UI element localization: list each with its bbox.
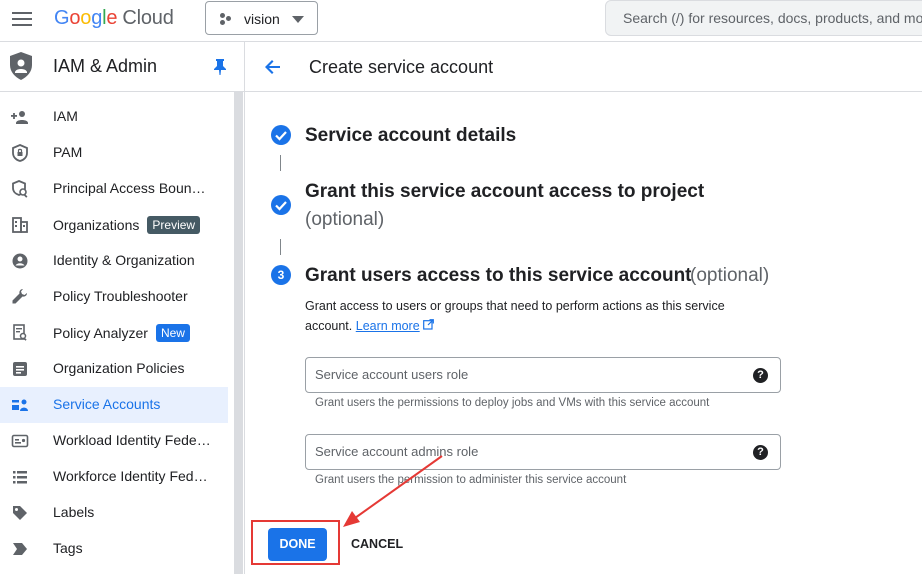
sidebar-item-labels[interactable]: Labels (0, 495, 228, 531)
sidebar-item-label: Workforce Identity Fed… (53, 468, 208, 484)
account-circle-icon (12, 253, 28, 269)
sidebar-item-principal-access-boundary[interactable]: Principal Access Boun… (0, 171, 228, 207)
id-card-icon (11, 434, 29, 448)
page-title: Create service account (309, 57, 494, 77)
step-connector (280, 155, 281, 171)
sidebar-item-organization-policies[interactable]: Organization Policies (0, 351, 228, 387)
step-1-check-icon (271, 125, 291, 145)
menu-icon[interactable] (12, 11, 32, 27)
checkmark-icon (275, 201, 287, 211)
sidebar-item-label: Policy Analyzer New (53, 324, 190, 342)
person-add-icon (11, 111, 28, 124)
step-connector (280, 239, 281, 255)
learn-more-link[interactable]: Learn more (356, 319, 420, 333)
sidebar-title: IAM & Admin (53, 56, 158, 76)
sidebar-item-label: PAM (53, 144, 83, 160)
sidebar-item-iam[interactable]: IAM (0, 99, 228, 135)
sidebar-item-label: Service Accounts (53, 396, 161, 412)
project-name: vision (244, 11, 280, 27)
checkmark-icon (275, 131, 287, 141)
cancel-button[interactable]: CANCEL (351, 537, 403, 551)
shield-lock-icon (12, 144, 28, 162)
step-2-check-icon (271, 195, 291, 215)
learn-more-text: Learn more (355, 319, 420, 333)
sidebar-scrollbar[interactable] (234, 92, 243, 574)
arrow-tag-icon (13, 543, 27, 555)
list-doc-icon (13, 362, 27, 376)
wrench-icon (12, 289, 27, 304)
done-button[interactable]: DONE (268, 528, 327, 561)
sidebar-item-service-accounts[interactable]: Service Accounts (0, 387, 228, 423)
step-3-description: Grant access to users or groups that nee… (305, 296, 775, 336)
users-role-field[interactable]: ? (305, 357, 781, 393)
project-dots-icon (220, 13, 232, 25)
step-1-title[interactable]: Service account details (305, 125, 516, 147)
policy-icon (12, 180, 28, 198)
back-arrow-icon[interactable] (263, 57, 283, 77)
sidebar-item-label: Workload Identity Fede… (53, 432, 211, 448)
pin-icon[interactable] (214, 59, 226, 75)
sidebar: IAM & Admin IAM PAM Principal Access Bou… (0, 42, 245, 574)
sidebar-item-label: Organizations Preview (53, 216, 201, 234)
sidebar-item-label: Organization Policies (53, 360, 185, 376)
sidebar-item-policy-analyzer[interactable]: Policy Analyzer New (0, 315, 228, 351)
sidebar-item-label: Tags (53, 540, 83, 556)
document-search-icon (13, 324, 27, 341)
admins-role-hint: Grant users the permission to administer… (315, 474, 627, 486)
tag-icon (13, 506, 27, 520)
external-link-icon (423, 319, 435, 330)
top-bar: Google Cloud vision (0, 0, 922, 42)
chevron-down-icon (292, 16, 304, 23)
building-icon (12, 217, 28, 233)
step-2-optional: (optional) (305, 209, 385, 230)
users-role-input[interactable] (315, 367, 735, 382)
list-icon (13, 471, 27, 484)
service-account-icon (12, 399, 28, 411)
project-selector[interactable]: vision (205, 1, 318, 35)
sidebar-item-label-text: Policy Analyzer (53, 325, 148, 341)
admins-role-field[interactable]: ? (305, 434, 781, 470)
sidebar-item-label: Policy Troubleshooter (53, 288, 188, 304)
sidebar-item-organizations[interactable]: Organizations Preview (0, 207, 228, 243)
sidebar-item-pam[interactable]: PAM (0, 135, 228, 171)
sidebar-item-label: Labels (53, 504, 95, 520)
step-2-title[interactable]: Grant this service account access to pro… (305, 181, 704, 203)
sidebar-item-identity-organization[interactable]: Identity & Organization (0, 243, 228, 279)
search-input[interactable] (623, 10, 922, 26)
preview-badge: Preview (147, 216, 201, 234)
sidebar-item-tags[interactable]: Tags (0, 531, 228, 567)
step-3-number: 3 (271, 265, 291, 285)
google-cloud-logo[interactable]: Google Cloud (54, 7, 174, 30)
sidebar-item-policy-troubleshooter[interactable]: Policy Troubleshooter (0, 279, 228, 315)
sidebar-item-workload-identity-federation[interactable]: Workload Identity Fede… (0, 423, 228, 459)
sidebar-item-workforce-identity-federation[interactable]: Workforce Identity Fed… (0, 459, 228, 495)
users-role-hint: Grant users the permissions to deploy jo… (315, 397, 710, 409)
admins-role-input[interactable] (315, 444, 735, 459)
new-badge: New (155, 324, 190, 342)
search-bar[interactable] (605, 0, 922, 36)
step-3-title: Grant users access to this service accou… (305, 265, 692, 286)
sidebar-item-label: IAM (53, 108, 78, 124)
help-icon[interactable]: ? (753, 445, 768, 460)
step-3-optional: (optional) (690, 265, 770, 286)
sidebar-item-label: Principal Access Boun… (53, 180, 206, 196)
sidebar-header: IAM & Admin (0, 42, 245, 92)
help-icon[interactable]: ? (753, 368, 768, 383)
sidebar-item-label: Identity & Organization (53, 252, 195, 268)
page-header: Create service account (245, 42, 922, 92)
sidebar-item-label-text: Organizations (53, 217, 140, 233)
iam-shield-icon (10, 52, 32, 80)
